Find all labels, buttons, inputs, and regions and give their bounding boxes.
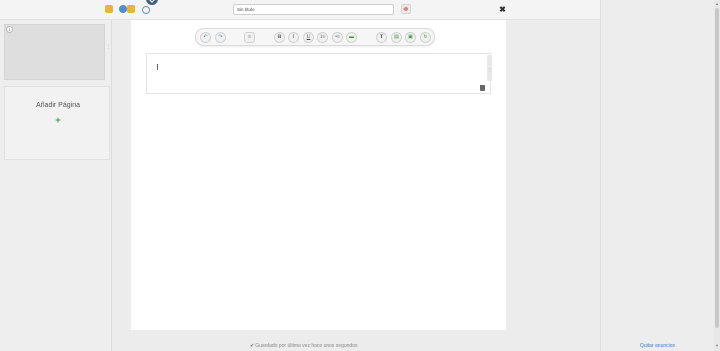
text-caret [157, 64, 158, 70]
document-title-input[interactable] [233, 4, 394, 15]
trash-icon[interactable] [480, 85, 485, 91]
undo-icon[interactable]: ↶ [200, 32, 211, 43]
grip-dots-icon: ⋮ [488, 67, 492, 72]
add-page-label: Añadir Página [36, 102, 80, 109]
ordered-list-icon[interactable]: 1≡ [317, 32, 328, 43]
folder-icon[interactable] [105, 5, 113, 13]
save-status: ✔Guardado por última vez hace unos segun… [250, 343, 358, 349]
unordered-list-icon[interactable]: •≡ [332, 32, 343, 43]
italic-icon[interactable]: I [288, 32, 299, 43]
text-block[interactable] [146, 53, 491, 94]
page-thumbnail[interactable]: 1 [4, 24, 105, 80]
save-status-text: Guardado por última vez hace unos segund… [255, 343, 358, 349]
plus-icon[interactable]: + [54, 116, 62, 125]
remove-ads-link[interactable]: Quitar anuncios [640, 343, 675, 349]
top-toolbar: ✖ [0, 0, 600, 20]
underline-icon[interactable]: U [303, 32, 314, 43]
highlight-icon[interactable]: ▬ [346, 32, 357, 43]
paragraph-icon[interactable]: ≡ [244, 32, 255, 43]
link-icon[interactable]: ↻ [420, 32, 431, 43]
check-icon: ✔ [250, 343, 255, 349]
redo-icon[interactable]: ↷ [215, 32, 226, 43]
formatting-toolbar: ↶ ↷ ≡ B I U 1≡ •≡ ▬ T ▤ ▣ ↻ [195, 28, 435, 46]
text-box-icon[interactable]: ▤ [391, 32, 402, 43]
add-page-card[interactable]: Añadir Página + [4, 86, 110, 160]
bold-icon[interactable]: B [274, 32, 285, 43]
wrench-icon[interactable] [141, 5, 150, 14]
pages-panel: 1 ⋮ Añadir Página + [0, 20, 112, 351]
text-icon[interactable]: T [376, 32, 387, 43]
image-icon[interactable]: ▣ [405, 32, 416, 43]
publish-icon[interactable] [401, 4, 411, 14]
scroll-up-icon[interactable]: ▲ [715, 1, 719, 6]
drag-handle-icon[interactable]: ⋮ [106, 45, 111, 50]
users-icon[interactable] [127, 5, 135, 13]
close-button[interactable]: ✖ [498, 5, 507, 14]
scrollbar-thumb[interactable] [715, 8, 719, 328]
block-grip[interactable]: ⋮ [487, 55, 492, 81]
share-icon[interactable] [119, 5, 127, 13]
page-number-badge: 1 [6, 26, 13, 33]
ad-sidebar [600, 0, 714, 351]
scroll-down-icon[interactable]: ▼ [715, 343, 719, 348]
